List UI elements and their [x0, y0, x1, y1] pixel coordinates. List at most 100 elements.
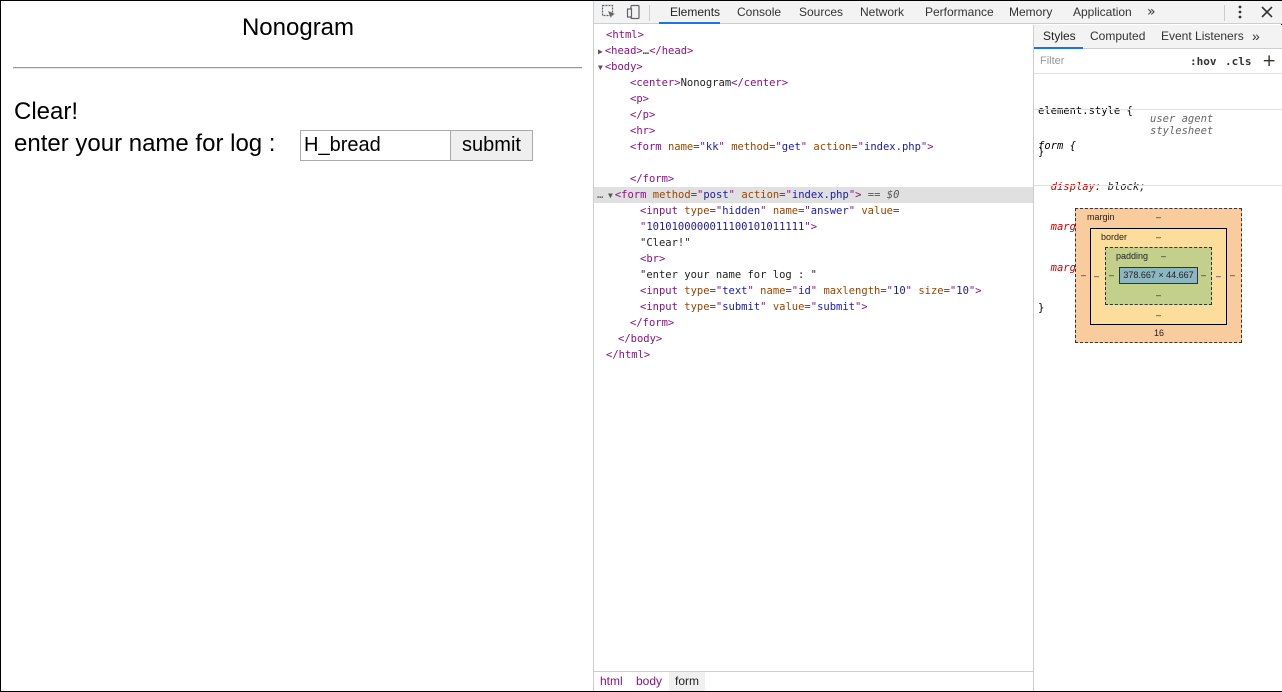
expand-toggle-icon[interactable]: ▶ — [598, 47, 603, 56]
new-rule-button[interactable]: + — [1262, 51, 1276, 71]
dom-token: hidden — [722, 205, 761, 217]
tab-performance[interactable]: Performance — [925, 1, 994, 24]
border-left-value: – — [1094, 271, 1100, 281]
box-model-padding[interactable]: padding – – – – 378.667 × 44.667 — [1105, 247, 1212, 305]
dom-node[interactable]: </body> — [594, 331, 1033, 347]
dom-node[interactable]: <p> — [594, 91, 1033, 107]
dom-token: text — [722, 285, 748, 297]
box-model-content[interactable]: 378.667 × 44.667 — [1119, 267, 1198, 284]
dom-token: <hr> — [630, 125, 656, 137]
class-toggle[interactable]: .cls — [1225, 55, 1252, 68]
tab-memory[interactable]: Memory — [1009, 1, 1052, 24]
dom-token: type — [684, 301, 710, 313]
toolbar-divider — [649, 5, 650, 21]
dom-token: " — [800, 141, 814, 153]
dom-node[interactable]: <hr> — [594, 123, 1033, 139]
dom-token: <center> — [630, 77, 681, 89]
expand-toggle-icon[interactable]: ▼ — [608, 191, 613, 200]
dom-node[interactable] — [594, 155, 1033, 171]
dom-node[interactable]: "Clear!" — [594, 235, 1033, 251]
dom-token: <br> — [640, 253, 666, 265]
dom-token: name — [667, 141, 694, 153]
filter-row: Filter :hov .cls + — [1034, 50, 1282, 74]
dom-token: Nonogram — [680, 77, 732, 89]
dom-token: "enter your name for log : " — [640, 269, 818, 281]
expand-toggle-icon[interactable]: ▼ — [598, 63, 603, 72]
dom-token: 10 — [956, 285, 969, 297]
dom-node-selected[interactable]: … ▼ <form method="post" action="index.php"… — [594, 187, 1033, 203]
dom-node[interactable]: ▶ <head>…</head> — [594, 43, 1033, 59]
dom-token: get — [781, 141, 801, 153]
dom-node[interactable]: <input type="hidden" name="answer" value… — [594, 203, 1033, 219]
dom-node[interactable]: "1010100000011100101011111"> — [594, 219, 1033, 235]
dom-token: "> — [968, 285, 982, 297]
dom-node[interactable]: <br> — [594, 251, 1033, 267]
dom-token: <form — [630, 141, 668, 153]
dom-token: action — [813, 141, 852, 153]
dom-node[interactable]: <form name="kk" method="get" action="ind… — [594, 139, 1033, 155]
dom-token: "> — [848, 189, 862, 201]
dom-token: = — [892, 205, 900, 217]
clear-message: Clear! — [14, 98, 79, 125]
submit-button[interactable]: submit — [450, 130, 533, 161]
tab-application[interactable]: Application — [1073, 1, 1132, 24]
kebab-menu-icon[interactable] — [1232, 4, 1248, 20]
padding-label: padding — [1116, 251, 1149, 261]
css-value: block — [1107, 180, 1140, 193]
name-input[interactable]: H_bread — [300, 130, 451, 161]
box-model-diagram: margin – – – 16 border – – – – padding –… — [1075, 208, 1242, 343]
inspect-element-icon[interactable] — [601, 4, 617, 20]
dom-token: maxlength — [823, 285, 881, 297]
dom-node[interactable]: </html> — [594, 347, 1033, 363]
device-toolbar-icon[interactable] — [626, 4, 642, 20]
dom-node[interactable]: ▼ <body> — [594, 59, 1033, 75]
dom-token: " — [810, 285, 824, 297]
rule-divider — [1034, 185, 1282, 186]
dom-token: answer — [810, 205, 849, 217]
hover-state-toggle[interactable]: :hov — [1190, 55, 1217, 68]
tab-sources[interactable]: Sources — [799, 1, 843, 24]
padding-left-value: – — [1109, 270, 1115, 280]
box-model-margin[interactable]: margin – – – 16 border – – – – padding –… — [1075, 208, 1242, 343]
page-title: Nonogram — [241, 14, 355, 41]
more-sidebar-tabs-button[interactable]: » — [1252, 25, 1260, 49]
more-tabs-button[interactable]: » — [1147, 1, 1156, 23]
dom-token: <input — [640, 205, 685, 217]
dom-token: =" — [785, 285, 799, 297]
breadcrumb-html[interactable]: html — [594, 672, 629, 691]
node-actions-ellipsis[interactable]: … — [597, 187, 603, 203]
dom-node[interactable]: "enter your name for log : " — [594, 267, 1033, 283]
elements-tree: <html> ▶ <head>…</head> ▼ <body> <center>Nono… — [594, 25, 1033, 671]
dom-token: =" — [690, 189, 704, 201]
dom-token: =" — [880, 285, 893, 297]
styles-filter-input[interactable]: Filter — [1040, 55, 1064, 67]
tab-network[interactable]: Network — [860, 1, 904, 24]
dom-node[interactable]: <input type="text" name="id" maxlength="… — [594, 283, 1033, 299]
breadcrumb-form[interactable]: form — [669, 672, 705, 691]
dom-node[interactable]: <html> — [594, 27, 1033, 43]
dom-token: =" — [943, 285, 957, 297]
close-icon[interactable] — [1259, 4, 1275, 20]
dom-token: value — [772, 301, 805, 313]
dom-token: <head> — [604, 45, 643, 57]
tab-elements[interactable]: Elements — [659, 1, 720, 24]
breadcrumb: html body form — [594, 671, 1033, 691]
tab-computed[interactable]: Computed — [1090, 25, 1145, 49]
dom-node[interactable]: </form> — [594, 171, 1033, 187]
tab-event-listeners[interactable]: Event Listeners — [1161, 25, 1244, 49]
tab-styles[interactable]: Styles — [1034, 25, 1083, 49]
box-model-border[interactable]: border – – – – padding – – – – 378.667 ×… — [1090, 228, 1227, 325]
breadcrumb-body[interactable]: body — [630, 672, 668, 691]
dom-node[interactable]: <center>Nonogram</center> — [594, 75, 1033, 91]
devtools-toolbar: Elements Console Sources Network Perform… — [594, 1, 1282, 24]
dom-token: size — [918, 285, 944, 297]
dom-node[interactable]: </p> — [594, 107, 1033, 123]
dom-node[interactable]: <input type="submit" value="submit"> — [594, 299, 1033, 315]
margin-bottom-value: 16 — [1154, 328, 1165, 338]
padding-top-value: – — [1161, 251, 1167, 261]
dom-token: </html> — [606, 349, 651, 361]
dom-token: <body> — [604, 61, 643, 73]
dom-node[interactable]: </form> — [594, 315, 1033, 331]
tab-console[interactable]: Console — [737, 1, 781, 24]
dom-token: " — [760, 301, 773, 313]
